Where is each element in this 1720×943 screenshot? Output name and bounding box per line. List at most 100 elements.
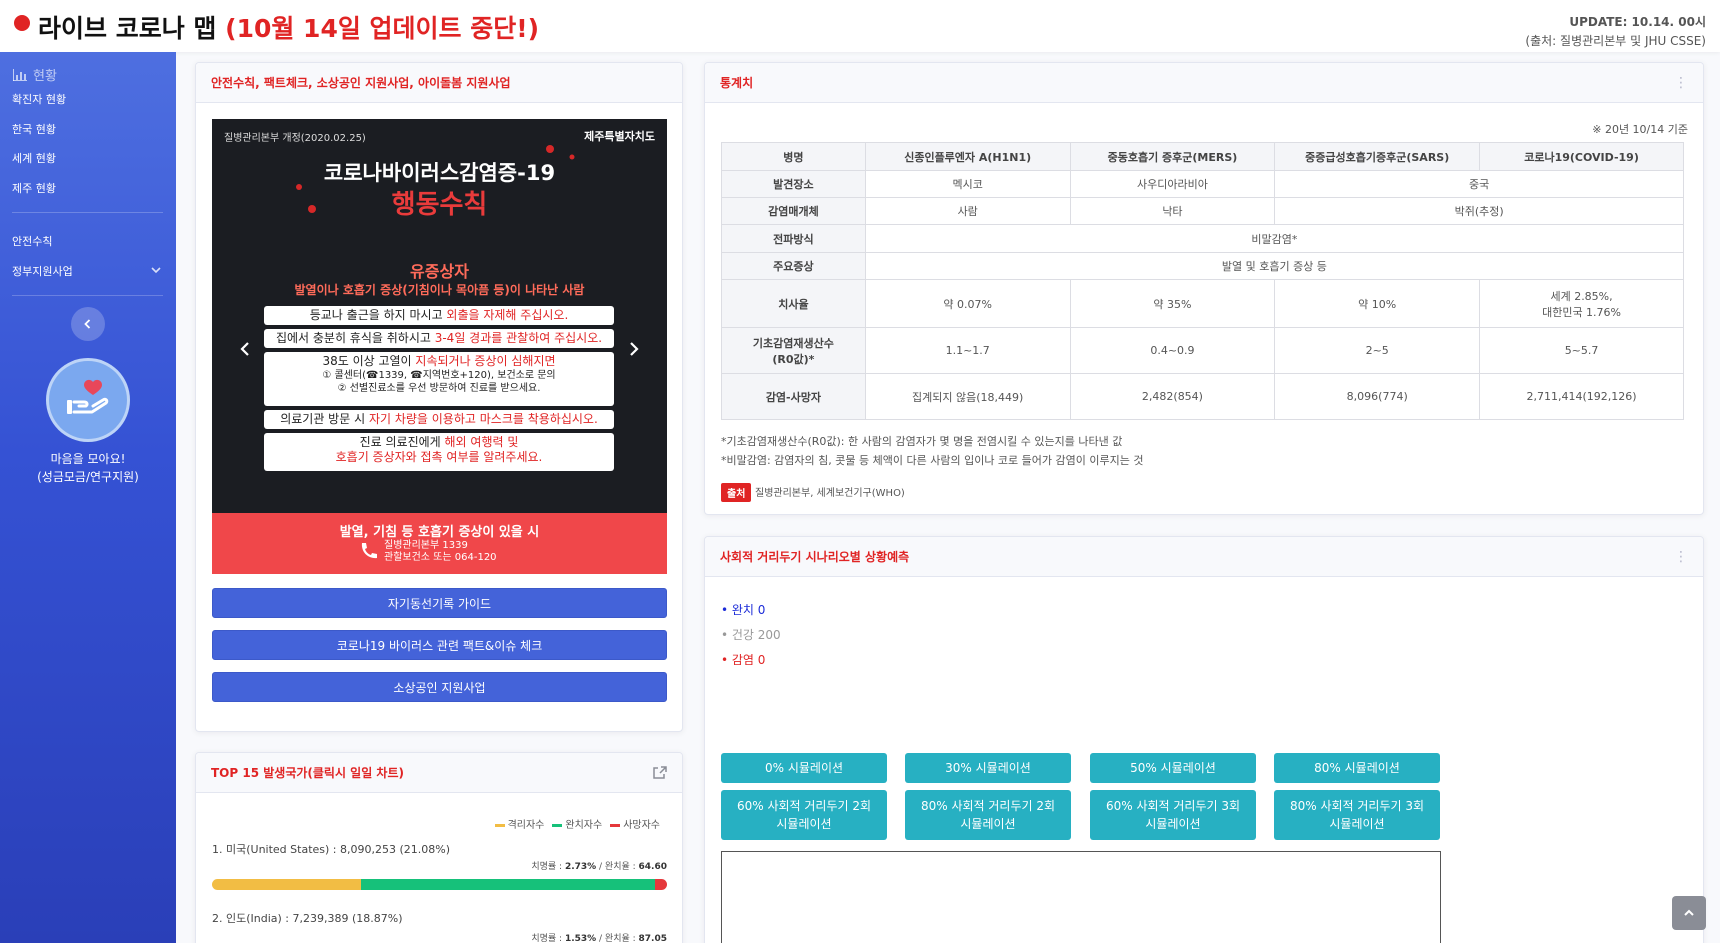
donate-text-line1: 마음을 모아요! (50, 452, 126, 466)
update-time: UPDATE: 10.14. 00시 (1569, 15, 1706, 29)
table-cell: 2~5 (1274, 327, 1481, 374)
sim-60-3x-button[interactable]: 60% 사회적 거리두기 3회 시뮬레이션 (1090, 790, 1256, 840)
top15-card-header: TOP 15 발생국가(클릭시 일일 차트) (196, 753, 682, 793)
sim-80-3x-button[interactable]: 80% 사회적 거리두기 3회 시뮬레이션 (1274, 790, 1440, 840)
sidebar-heading: 현황 (13, 65, 57, 84)
sidebar-item-safety[interactable]: 안전수칙 (12, 233, 52, 249)
table-cell: 약 0.07% (864, 279, 1071, 328)
country-row-name[interactable]: 2. 인도(India) : 7,239,389 (18.87%) (212, 910, 403, 926)
sim-0-button[interactable]: 0% 시뮬레이션 (721, 753, 887, 783)
legend-isolated: 격리자수 (494, 816, 544, 831)
legend-deaths: 사망자수 (610, 816, 660, 831)
poster-rule-3-text: 38도 이상 고열이 (322, 354, 416, 368)
scroll-to-top-button[interactable] (1672, 896, 1706, 930)
donate-text: 마음을 모아요! (성금모금/연구지원) (0, 450, 176, 486)
carousel-prev-icon[interactable] (238, 342, 252, 356)
kebab-menu-icon[interactable]: ⋮ (1674, 76, 1688, 90)
donate-button[interactable] (46, 358, 130, 442)
external-link-icon[interactable] (653, 765, 667, 780)
legend-swatch (494, 823, 505, 827)
table-row: 치사율 약 0.07% 약 35% 약 10% 세계 2.85%, 대한민국 1… (721, 279, 1684, 328)
sidebar-divider (12, 212, 163, 213)
fatality-rate: 1.53% (564, 934, 597, 943)
bar-segment-deaths (654, 879, 667, 890)
table-row: 전파방식 비말감염* (721, 224, 1685, 253)
legend-recovered: 완치자수 (552, 816, 602, 831)
sim-30-button[interactable]: 30% 시뮬레이션 (905, 753, 1071, 783)
table-cell: 5~5.7 (1479, 327, 1684, 374)
safety-poster-carousel[interactable]: 질병관리본부 개정(2020.02.25) 제주특별자치도 코로나바이러스감염증… (212, 119, 667, 574)
poster-rule-3-step2: ② 선별진료소를 우선 방문하여 진료를 받으세요. (337, 383, 541, 394)
poster-title: 코로나바이러스감염증-19 (323, 161, 556, 185)
legend-recovered-label: 완치자수 (565, 820, 603, 831)
table-cell: 사람 (864, 197, 1071, 225)
carousel-next-icon[interactable] (627, 342, 641, 356)
table-header-cell: 중동호흡기 증후군(MERS) (1069, 142, 1276, 171)
poster-rule-2: 집에서 충분히 휴식을 취하시고 3-4일 경과를 관찰하여 주십시오. (264, 329, 614, 348)
sidebar-item-confirmed[interactable]: 확진자 현황 (12, 91, 66, 107)
legend-deaths-label: 사망자수 (623, 820, 660, 831)
small-business-support-button[interactable]: 소상공인 지원사업 (212, 672, 667, 702)
fact-check-button[interactable]: 코로나19 바이러스 관련 팩트&이슈 체크 (212, 630, 667, 660)
sidebar-item-gov-support[interactable]: 정부지원사업 (12, 263, 73, 279)
country-row-rates: 치명률 : 2.73% / 완치율 : 64.60 (531, 859, 667, 872)
table-row: 감염매개체 사람 낙타 박쥐(추정) (721, 197, 1684, 225)
poster-rule-1-text: 등교나 출근을 하지 마시고 (309, 308, 447, 322)
legend-swatch (610, 823, 621, 827)
stats-card-title: 통계치 (720, 76, 754, 90)
sim-80-2x-button[interactable]: 80% 사회적 거리두기 2회 시뮬레이션 (905, 790, 1071, 840)
chevron-down-icon[interactable] (151, 265, 161, 275)
live-dot-icon (14, 15, 30, 31)
chevron-up-icon (1684, 909, 1694, 916)
table-cell: 1.1~1.7 (864, 327, 1071, 374)
sim-80-button[interactable]: 80% 시뮬레이션 (1274, 753, 1440, 783)
table-header-cell: 병명 (721, 142, 866, 171)
poster-hotline-numbers: 질병관리본부 1339 관할보건소 또는 064-120 (384, 540, 497, 564)
poster-rule-4-text: 의료기관 방문 시 (280, 412, 369, 426)
page-title[interactable]: 라이브 코로나 맵 (10월 14일 업데이트 중단!) (38, 9, 539, 45)
country-progress-bar[interactable] (212, 879, 667, 890)
sim-50-button[interactable]: 50% 시뮬레이션 (1090, 753, 1256, 783)
donate-text-line2: (성금모금/연구지원) (37, 470, 139, 484)
sidebar-item-jeju[interactable]: 제주 현황 (12, 180, 56, 196)
table-row: 주요증상 발열 및 호흡기 증상 등 (721, 252, 1685, 280)
heart-hand-icon (67, 379, 109, 414)
kebab-menu-icon[interactable]: ⋮ (1674, 550, 1688, 564)
poster-rule-4-highlight: 자기 차량을 이용하고 마스크를 착용하십시오. (368, 412, 598, 426)
poster-rule-5: 진료 의료진에게 해외 여행력 및 호흡기 증상자와 접촉 여부를 알려주세요. (264, 433, 614, 471)
table-cell: 2,711,414(192,126) (1479, 373, 1684, 420)
row-label: 감염매개체 (721, 197, 866, 225)
legend-recovered: • 완치 0 (721, 603, 766, 617)
bar-segment-recovered (360, 879, 655, 890)
sim-60-2x-button[interactable]: 60% 사회적 거리두기 2회 시뮬레이션 (721, 790, 887, 840)
source-text: 질병관리본부, 세계보건기구(WHO) (755, 488, 905, 499)
row-label: 감염-사망자 (721, 373, 866, 420)
table-cell: 집계되지 않음(18,449) (864, 373, 1071, 420)
safety-card-header: 안전수칙, 팩트체크, 소상공인 지원사업, 아이돌봄 지원사업 (196, 63, 682, 103)
top15-card-title: TOP 15 발생국가(클릭시 일일 차트) (211, 766, 405, 780)
sidebar-item-korea[interactable]: 한국 현황 (12, 121, 56, 137)
top-header: 라이브 코로나 맵 (10월 14일 업데이트 중단!) UPDATE: 10.… (0, 0, 1720, 52)
poster-heading: 유증상자 (410, 262, 469, 281)
droplet-footnote: *비말감염: 감염자의 침, 콧물 등 체액이 다른 사람의 입이나 코로 들어… (721, 454, 1144, 467)
table-cell: 멕시코 (864, 170, 1071, 198)
table-cell: 사우디아라비아 (1069, 170, 1276, 198)
country-row-name[interactable]: 1. 미국(United States) : 8,090,253 (21.08%… (212, 841, 450, 857)
row-label: 전파방식 (721, 224, 866, 253)
movement-log-guide-button[interactable]: 자기동선기록 가이드 (212, 588, 667, 618)
sidebar-item-world[interactable]: 세계 현황 (12, 150, 56, 166)
poster-hotline-title: 발열, 기침 등 호흡기 증상이 있을 시 (339, 525, 540, 540)
chevron-left-icon (84, 319, 91, 329)
table-row: 기초감염재생산수 (R0값)* 1.1~1.7 0.4~0.9 2~5 5~5.… (721, 327, 1684, 374)
stats-card: 통계치 ⋮ ※ 20년 10/14 기준 병명 신종인플루엔자 A(H1N1) … (704, 62, 1704, 515)
scenario-card-header: 사회적 거리두기 시나리오별 상황예측 ⋮ (705, 537, 1703, 577)
sidebar-divider (12, 295, 163, 296)
poster-hotline-banner: 발열, 기침 등 호흡기 증상이 있을 시 질병관리본부 1339 관할보건소 … (212, 513, 667, 574)
sidebar-toggle-button[interactable] (71, 307, 105, 341)
rate-prefix: 치명률 : (531, 934, 565, 943)
poster-subheading: 발열이나 호흡기 증상(기침이나 목아픔 등)이 나타난 사람 (294, 283, 585, 297)
stats-basis-date: ※ 20년 10/14 기준 (1592, 123, 1688, 136)
fatality-covid-world: 세계 2.85%, (1550, 289, 1613, 303)
simulation-canvas[interactable] (721, 851, 1441, 943)
table-header-cell: 중증급성호흡기증후군(SARS) (1274, 142, 1481, 171)
